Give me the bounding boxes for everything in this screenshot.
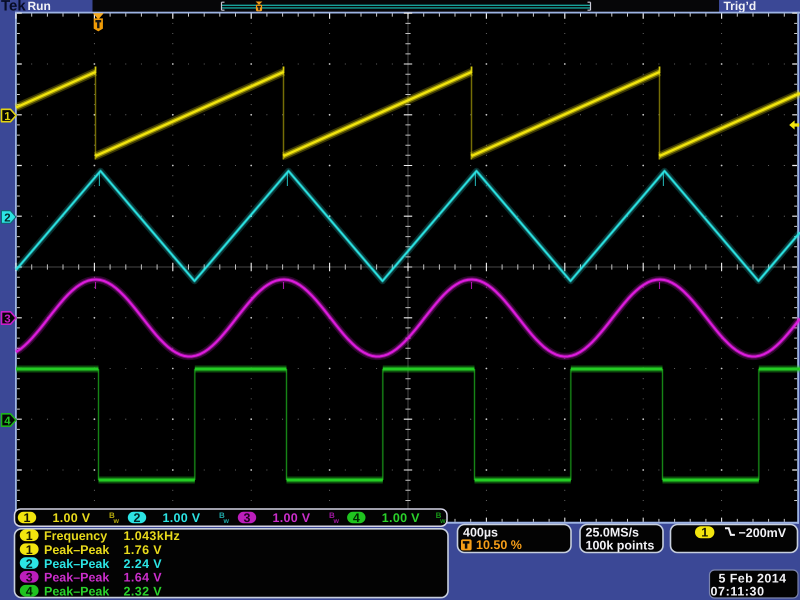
svg-text:100k points: 100k points bbox=[586, 539, 655, 553]
svg-text:3: 3 bbox=[244, 511, 251, 525]
svg-text:Trig’d: Trig’d bbox=[724, 0, 757, 13]
svg-text:−200mV: −200mV bbox=[739, 526, 787, 540]
svg-text:2: 2 bbox=[134, 511, 141, 525]
svg-text:2: 2 bbox=[26, 557, 33, 571]
svg-text:2: 2 bbox=[4, 212, 10, 224]
svg-text:1: 1 bbox=[24, 511, 31, 525]
svg-text:Run: Run bbox=[28, 0, 51, 13]
svg-text:1.043kHz: 1.043kHz bbox=[124, 529, 181, 543]
svg-text:Peak–Peak: Peak–Peak bbox=[44, 571, 109, 585]
svg-text:10.50 %: 10.50 % bbox=[476, 538, 522, 552]
svg-text:1: 1 bbox=[4, 111, 11, 123]
svg-text:1.64 V: 1.64 V bbox=[124, 571, 163, 585]
svg-text:1.00 V: 1.00 V bbox=[273, 511, 311, 525]
svg-text:w: w bbox=[113, 518, 120, 525]
svg-text:1.00 V: 1.00 V bbox=[163, 511, 201, 525]
svg-text:1.76 V: 1.76 V bbox=[124, 543, 163, 557]
svg-text:1: 1 bbox=[26, 529, 33, 543]
svg-text:1: 1 bbox=[701, 526, 708, 540]
svg-text:3: 3 bbox=[26, 571, 33, 585]
svg-text:Peak–Peak: Peak–Peak bbox=[44, 585, 109, 599]
svg-text:w: w bbox=[439, 518, 446, 525]
svg-text:Peak–Peak: Peak–Peak bbox=[44, 543, 109, 557]
svg-text:3: 3 bbox=[4, 313, 10, 325]
svg-text:1: 1 bbox=[26, 543, 33, 557]
svg-text:5 Feb 2014: 5 Feb 2014 bbox=[719, 572, 787, 586]
svg-text:w: w bbox=[333, 518, 340, 525]
svg-text:1.00 V: 1.00 V bbox=[382, 511, 420, 525]
svg-text:25.0MS/s: 25.0MS/s bbox=[586, 526, 640, 540]
svg-text:4: 4 bbox=[4, 415, 11, 427]
svg-text:4: 4 bbox=[26, 585, 33, 599]
svg-text:Peak–Peak: Peak–Peak bbox=[44, 557, 109, 571]
svg-text:4: 4 bbox=[353, 511, 360, 525]
svg-text:w: w bbox=[223, 518, 230, 525]
svg-text:2.24 V: 2.24 V bbox=[124, 557, 163, 571]
svg-text:Frequency: Frequency bbox=[44, 529, 107, 543]
svg-text:07:11:30: 07:11:30 bbox=[711, 585, 765, 599]
svg-text:2.32 V: 2.32 V bbox=[124, 585, 163, 599]
svg-text:1.00 V: 1.00 V bbox=[53, 511, 91, 525]
